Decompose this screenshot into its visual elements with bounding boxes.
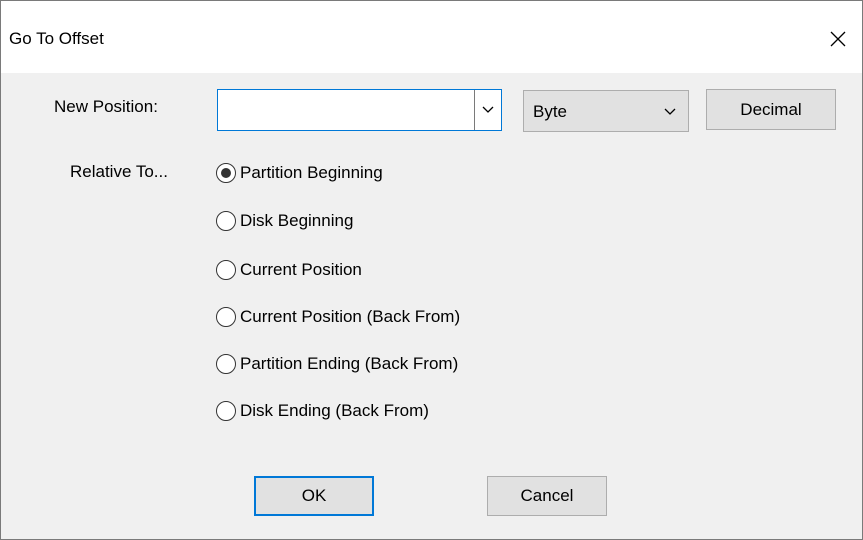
new-position-label: New Position: bbox=[54, 97, 158, 116]
ok-button[interactable]: OK bbox=[254, 476, 374, 516]
dialog-title: Go To Offset bbox=[9, 29, 104, 48]
close-button[interactable] bbox=[814, 19, 862, 59]
radio-option[interactable]: Disk Beginning bbox=[216, 208, 353, 234]
cancel-button[interactable]: Cancel bbox=[487, 476, 607, 516]
radio-option-label: Disk Beginning bbox=[240, 211, 354, 230]
chevron-down-icon bbox=[482, 106, 494, 113]
radio-option-label: Current Position bbox=[240, 260, 362, 279]
radio-button[interactable] bbox=[216, 260, 236, 280]
new-position-input[interactable] bbox=[220, 92, 472, 128]
radio-option-label: Partition Ending (Back From) bbox=[240, 354, 459, 373]
radio-button[interactable] bbox=[216, 163, 236, 183]
decimal-button[interactable]: Decimal bbox=[706, 89, 836, 130]
radio-option[interactable]: Disk Ending (Back From) bbox=[216, 398, 429, 424]
radio-button[interactable] bbox=[216, 401, 236, 421]
radio-option[interactable]: Current Position bbox=[216, 257, 362, 283]
radio-button[interactable] bbox=[216, 354, 236, 374]
new-position-dropdown-button[interactable] bbox=[474, 90, 501, 130]
chevron-down-icon bbox=[662, 104, 678, 120]
radio-option[interactable]: Current Position (Back From) bbox=[216, 304, 460, 330]
unit-select-value: Byte bbox=[533, 102, 568, 121]
radio-button[interactable] bbox=[216, 211, 236, 231]
radio-option-label: Current Position (Back From) bbox=[240, 307, 461, 326]
radio-option[interactable]: Partition Beginning bbox=[216, 160, 383, 186]
close-icon bbox=[830, 31, 846, 47]
unit-select[interactable]: Byte bbox=[523, 90, 689, 132]
radio-option[interactable]: Partition Ending (Back From) bbox=[216, 351, 458, 377]
title-bar: Go To Offset bbox=[1, 1, 862, 73]
radio-option-label: Disk Ending (Back From) bbox=[240, 401, 429, 420]
go-to-offset-dialog: Go To Offset New Position: Byte Decimal … bbox=[0, 0, 863, 540]
relative-to-label: Relative To... bbox=[70, 162, 168, 181]
new-position-combobox[interactable] bbox=[217, 89, 502, 131]
radio-selected-dot bbox=[221, 168, 231, 178]
radio-button[interactable] bbox=[216, 307, 236, 327]
radio-option-label: Partition Beginning bbox=[240, 163, 383, 182]
